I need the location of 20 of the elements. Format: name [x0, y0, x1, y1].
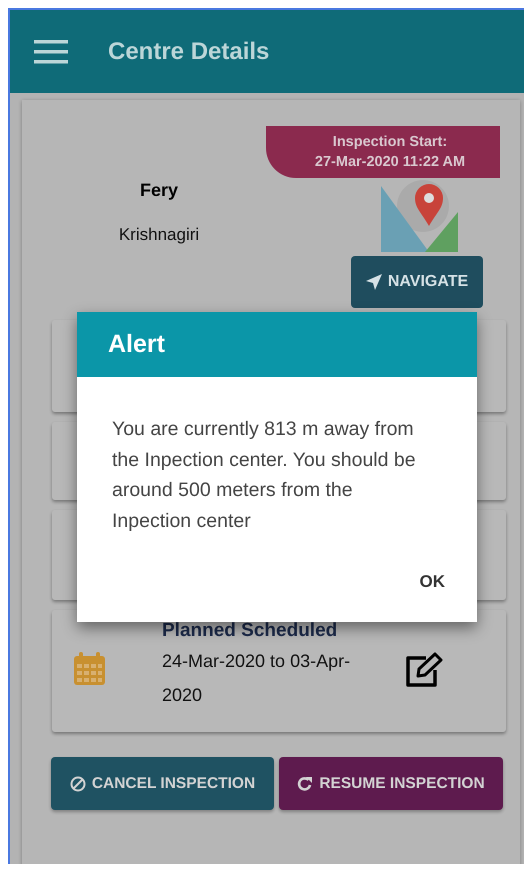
- navigation-arrow-icon: [366, 274, 382, 290]
- resume-inspection-button[interactable]: RESUME INSPECTION: [279, 757, 503, 810]
- calendar-icon: [73, 652, 106, 686]
- schedule-title: Planned Scheduled: [162, 620, 338, 642]
- centre-name: Fery: [138, 180, 180, 201]
- edit-icon[interactable]: [404, 652, 444, 688]
- refresh-icon: [297, 776, 314, 792]
- cancel-icon: [70, 776, 86, 792]
- menu-icon[interactable]: [34, 40, 68, 64]
- schedule-dates: 24-Mar-2020 to 03-Apr-2020: [162, 650, 352, 707]
- ok-button[interactable]: OK: [418, 570, 447, 594]
- cancel-inspection-button[interactable]: CANCEL INSPECTION: [51, 757, 274, 810]
- badge-label: Inspection Start:: [332, 133, 448, 152]
- badge-date: 27-Mar-2020 11:22 AM: [314, 153, 466, 172]
- centre-location: Krishnagiri: [118, 225, 200, 245]
- alert-message: You are currently 813 m away from the Inpection center. You should be around 500 meters from the Inpection center: [111, 417, 417, 534]
- screen-title: Centre Details: [108, 38, 270, 66]
- map-icon: [381, 178, 458, 252]
- navigate-button[interactable]: NAVIGATE: [351, 256, 483, 308]
- alert-title: Alert: [77, 312, 477, 377]
